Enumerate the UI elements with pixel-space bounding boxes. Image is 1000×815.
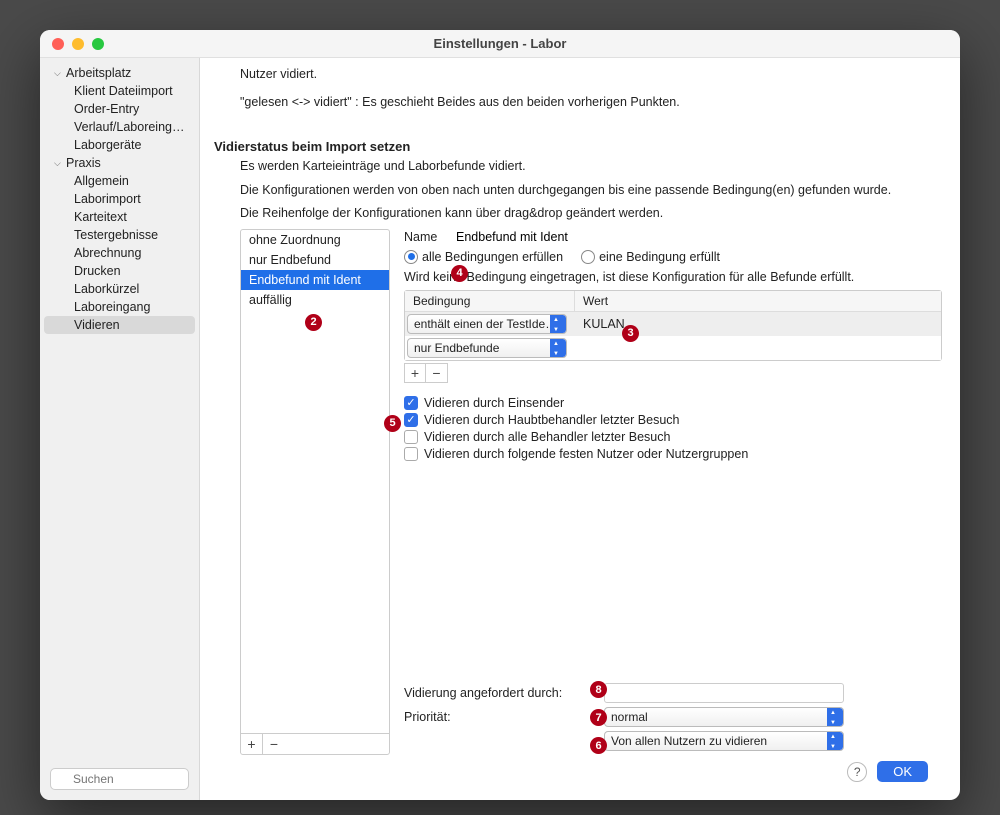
- titlebar: Einstellungen - Labor: [40, 30, 960, 58]
- config-list-item[interactable]: ohne Zuordnung: [241, 230, 389, 250]
- annotation-badge: 2: [305, 314, 322, 331]
- sidebar-item[interactable]: Klient Dateiimport: [44, 82, 195, 100]
- priority-label: Priorität:: [404, 710, 604, 724]
- config-detail: Name alle Bedingungen erfüllen eine Bedi…: [404, 229, 942, 756]
- settings-window: Einstellungen - Labor ⌵ArbeitsplatzKlien…: [40, 30, 960, 800]
- cond-header-value: Wert: [575, 291, 941, 311]
- name-label: Name: [404, 230, 456, 244]
- annotation-badge: 5: [384, 415, 401, 432]
- sidebar-item[interactable]: Drucken: [44, 262, 195, 280]
- section-desc: Es werden Karteieinträge und Laborbefund…: [240, 158, 942, 176]
- condition-add-button[interactable]: +: [404, 363, 426, 383]
- annotation-badge: 8: [590, 681, 607, 698]
- sidebar: ⌵ArbeitsplatzKlient DateiimportOrder-Ent…: [40, 58, 200, 800]
- radio-one-condition[interactable]: [581, 250, 595, 264]
- config-remove-button[interactable]: −: [263, 734, 285, 754]
- radio-all-conditions[interactable]: [404, 250, 418, 264]
- search-input[interactable]: [50, 768, 189, 790]
- condition-row[interactable]: enthält einen der TestIde…KULAN: [405, 312, 941, 336]
- checkbox-row: Vidieren durch alle Behandler letzter Be…: [404, 430, 942, 444]
- config-add-button[interactable]: +: [241, 734, 263, 754]
- sidebar-item[interactable]: Laborimport: [44, 190, 195, 208]
- requested-by-field[interactable]: [604, 683, 844, 703]
- help-button[interactable]: ?: [847, 762, 867, 782]
- requested-by-label: Vidierung angefordert durch:: [404, 686, 604, 700]
- config-list-item[interactable]: nur Endbefund: [241, 250, 389, 270]
- cond-header-type: Bedingung: [405, 291, 575, 311]
- priority-select[interactable]: normal: [604, 707, 844, 727]
- condition-type-select[interactable]: enthält einen der TestIde…: [407, 314, 567, 334]
- sidebar-item[interactable]: Vidieren: [44, 316, 195, 334]
- sidebar-item[interactable]: Testergebnisse: [44, 226, 195, 244]
- checkbox-label: Vidieren durch Einsender: [424, 396, 564, 410]
- ok-button[interactable]: OK: [877, 761, 928, 782]
- radio-one-label: eine Bedingung erfüllt: [599, 250, 720, 264]
- scope-select[interactable]: Von allen Nutzern zu vidieren: [604, 731, 844, 751]
- sidebar-item[interactable]: Order-Entry: [44, 100, 195, 118]
- sidebar-group[interactable]: ⌵Arbeitsplatz: [44, 64, 195, 82]
- config-list-item[interactable]: auffällig: [241, 290, 389, 310]
- close-icon[interactable]: [52, 38, 64, 50]
- checkbox-label: Vidieren durch folgende festen Nutzer od…: [424, 447, 748, 461]
- sidebar-item[interactable]: Karteitext: [44, 208, 195, 226]
- condition-row[interactable]: nur Endbefunde: [405, 336, 941, 360]
- annotation-badge: 3: [622, 325, 639, 342]
- annotation-badge: 7: [590, 709, 607, 726]
- sidebar-group[interactable]: ⌵Praxis: [44, 154, 195, 172]
- main-panel: Nutzer vidiert. "gelesen <-> vidiert" : …: [200, 58, 960, 800]
- condition-value[interactable]: [575, 346, 941, 350]
- config-list: ohne Zuordnungnur EndbefundEndbefund mit…: [240, 229, 390, 756]
- annotation-badge: 4: [451, 265, 468, 282]
- section-desc: Die Konfigurationen werden von oben nach…: [240, 182, 942, 200]
- sidebar-item[interactable]: Verlauf/Laboreing…: [44, 118, 195, 136]
- section-title: Vidierstatus beim Import setzen: [214, 139, 942, 154]
- annotation-badge: 6: [590, 737, 607, 754]
- sidebar-item[interactable]: Laborgeräte: [44, 136, 195, 154]
- conditions-table: Bedingung Wert enthält einen der TestIde…: [404, 290, 942, 361]
- checkbox-row: Vidieren durch Haubtbehandler letzter Be…: [404, 413, 942, 427]
- intro-line: "gelesen <-> vidiert" : Es geschieht Bei…: [240, 94, 942, 112]
- checkbox[interactable]: [404, 396, 418, 410]
- condition-remove-button[interactable]: −: [426, 363, 448, 383]
- window-title: Einstellungen - Labor: [40, 36, 960, 51]
- checkbox-label: Vidieren durch Haubtbehandler letzter Be…: [424, 413, 680, 427]
- name-input[interactable]: [456, 229, 942, 246]
- minimize-icon[interactable]: [72, 38, 84, 50]
- chevron-down-icon: ⌵: [54, 158, 64, 169]
- sidebar-item[interactable]: Laborkürzel: [44, 280, 195, 298]
- config-list-item[interactable]: Endbefund mit Ident: [241, 270, 389, 290]
- radio-all-label: alle Bedingungen erfüllen: [422, 250, 563, 264]
- chevron-down-icon: ⌵: [54, 68, 64, 79]
- sidebar-item[interactable]: Laboreingang: [44, 298, 195, 316]
- section-desc: Die Reihenfolge der Konfigurationen kann…: [240, 205, 942, 223]
- checkbox[interactable]: [404, 447, 418, 461]
- condition-type-select[interactable]: nur Endbefunde: [407, 338, 567, 358]
- footer: ? OK: [240, 755, 942, 792]
- condition-hint: Wird keine Bedingung eingetragen, ist di…: [404, 270, 942, 284]
- sidebar-item[interactable]: Abrechnung: [44, 244, 195, 262]
- sidebar-item[interactable]: Allgemein: [44, 172, 195, 190]
- intro-line: Nutzer vidiert.: [240, 66, 942, 84]
- checkbox-label: Vidieren durch alle Behandler letzter Be…: [424, 430, 670, 444]
- checkbox[interactable]: [404, 430, 418, 444]
- checkbox-row: Vidieren durch Einsender: [404, 396, 942, 410]
- checkbox-row: Vidieren durch folgende festen Nutzer od…: [404, 447, 942, 461]
- checkbox[interactable]: [404, 413, 418, 427]
- zoom-icon[interactable]: [92, 38, 104, 50]
